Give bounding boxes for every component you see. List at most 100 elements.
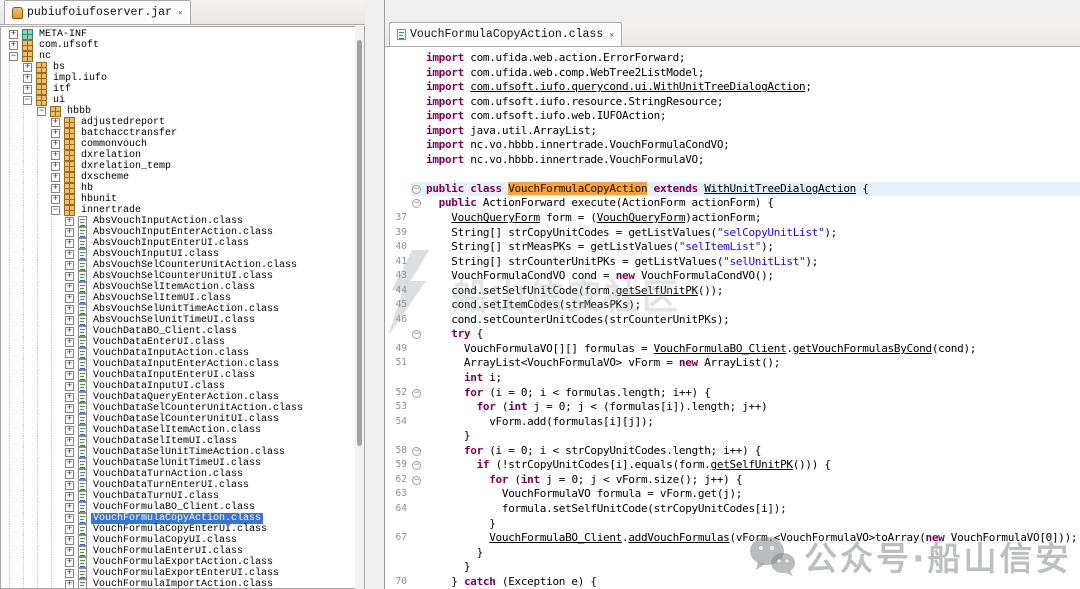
- tree-item[interactable]: +VouchFormulaCopyEnterUI.class: [1, 524, 364, 535]
- expand-toggle-icon[interactable]: +: [65, 459, 74, 468]
- expand-toggle-icon[interactable]: +: [65, 316, 74, 325]
- symbol-link[interactable]: VouchFormulaBO_Client: [654, 342, 787, 355]
- expand-toggle-icon[interactable]: +: [51, 140, 60, 149]
- tree-item[interactable]: +VouchDataSelItemUI.class: [1, 436, 364, 447]
- expand-toggle-icon[interactable]: +: [65, 393, 74, 402]
- symbol-link[interactable]: WithUnitTreeDialogAction: [704, 182, 856, 195]
- fold-collapse-icon[interactable]: −: [412, 199, 421, 208]
- expand-toggle-icon[interactable]: +: [23, 63, 32, 72]
- expand-toggle-icon[interactable]: +: [65, 261, 74, 270]
- tree-item[interactable]: +VouchFormulaCopyAction.class: [1, 513, 364, 524]
- tree-item[interactable]: +commonvouch: [1, 139, 364, 150]
- expand-toggle-icon[interactable]: +: [65, 327, 74, 336]
- expand-toggle-icon[interactable]: +: [65, 525, 74, 534]
- expand-toggle-icon[interactable]: +: [65, 448, 74, 457]
- fold-collapse-icon[interactable]: −: [412, 447, 421, 456]
- expand-toggle-icon[interactable]: +: [65, 228, 74, 237]
- expand-toggle-icon[interactable]: +: [65, 239, 74, 248]
- tree-item[interactable]: +VouchDataQueryEnterAction.class: [1, 392, 364, 403]
- tree-item[interactable]: +VouchFormulaExportAction.class: [1, 557, 364, 568]
- symbol-link[interactable]: addVouchFormulas: [628, 531, 729, 544]
- expand-toggle-icon[interactable]: +: [65, 470, 74, 479]
- expand-toggle-icon[interactable]: +: [65, 371, 74, 380]
- tree-item[interactable]: +AbsVouchSelItemUI.class: [1, 293, 364, 304]
- expand-toggle-icon[interactable]: +: [65, 283, 74, 292]
- collapse-toggle-icon[interactable]: −: [51, 206, 60, 215]
- class-tab[interactable]: VouchFormulaCopyAction.class ✕: [389, 22, 622, 46]
- tree-item[interactable]: −hbbb: [1, 106, 364, 117]
- tree-item[interactable]: +AbsVouchSelUnitTimeAction.class: [1, 304, 364, 315]
- tree-item[interactable]: +dxrelation: [1, 150, 364, 161]
- tree-item[interactable]: +VouchDataInputUI.class: [1, 381, 364, 392]
- tree-item[interactable]: +AbsVouchInputAction.class: [1, 216, 364, 227]
- tree-item[interactable]: +VouchFormulaImportAction.class: [1, 579, 364, 589]
- tree-item[interactable]: +dxrelation_temp: [1, 161, 364, 172]
- tree-item[interactable]: +AbsVouchSelItemAction.class: [1, 282, 364, 293]
- tree-item[interactable]: +AbsVouchSelCounterUnitUI.class: [1, 271, 364, 282]
- expand-toggle-icon[interactable]: +: [65, 503, 74, 512]
- tree-item[interactable]: +impl.iufo: [1, 73, 364, 84]
- tree-item[interactable]: +AbsVouchInputEnterUI.class: [1, 238, 364, 249]
- expand-toggle-icon[interactable]: +: [65, 272, 74, 281]
- fold-collapse-icon[interactable]: −: [412, 476, 421, 485]
- expand-toggle-icon[interactable]: +: [65, 305, 74, 314]
- symbol-link[interactable]: getSelfUnitPK: [711, 458, 793, 471]
- tree-item[interactable]: +VouchFormulaCopyUI.class: [1, 535, 364, 546]
- tree-item[interactable]: +VouchDataSelUnitTimeAction.class: [1, 447, 364, 458]
- tree-scrollbar[interactable]: [355, 26, 364, 589]
- expand-toggle-icon[interactable]: +: [65, 338, 74, 347]
- expand-toggle-icon[interactable]: +: [65, 360, 74, 369]
- expand-toggle-icon[interactable]: +: [65, 536, 74, 545]
- expand-toggle-icon[interactable]: +: [65, 580, 74, 589]
- collapse-toggle-icon[interactable]: −: [9, 52, 18, 61]
- expand-toggle-icon[interactable]: +: [65, 250, 74, 259]
- tree-item[interactable]: +bs: [1, 62, 364, 73]
- code-editor[interactable]: import com.ufida.web.action.ErrorForward…: [385, 47, 1080, 589]
- tree-item[interactable]: +VouchDataSelCounterUnitUI.class: [1, 414, 364, 425]
- expand-toggle-icon[interactable]: +: [51, 195, 60, 204]
- tree-item[interactable]: +VouchDataSelUnitTimeUI.class: [1, 458, 364, 469]
- expand-toggle-icon[interactable]: +: [65, 415, 74, 424]
- symbol-link[interactable]: VouchFormulaBO_Client: [489, 531, 622, 544]
- tree-item[interactable]: +VouchDataTurnUI.class: [1, 491, 364, 502]
- tree-item[interactable]: +VouchFormulaEnterUI.class: [1, 546, 364, 557]
- expand-toggle-icon[interactable]: +: [65, 294, 74, 303]
- tree-item[interactable]: +adjustedreport: [1, 117, 364, 128]
- tree-item[interactable]: +VouchDataSelCounterUnitAction.class: [1, 403, 364, 414]
- expand-toggle-icon[interactable]: +: [51, 173, 60, 182]
- expand-toggle-icon[interactable]: +: [65, 349, 74, 358]
- tree-item[interactable]: +com.ufsoft: [1, 40, 364, 51]
- expand-toggle-icon[interactable]: +: [65, 514, 74, 523]
- fold-collapse-icon[interactable]: −: [412, 389, 421, 398]
- symbol-link[interactable]: getVouchFormulasByCond: [793, 342, 932, 355]
- tree-item[interactable]: −nc: [1, 51, 364, 62]
- expand-toggle-icon[interactable]: +: [65, 492, 74, 501]
- expand-toggle-icon[interactable]: +: [65, 426, 74, 435]
- expand-toggle-icon[interactable]: +: [51, 184, 60, 193]
- symbol-link[interactable]: com.ufsoft.iufo.querycond.ui.WithUnitTre…: [470, 80, 805, 93]
- tree-item[interactable]: +VouchDataTurnEnterUI.class: [1, 480, 364, 491]
- tree-item[interactable]: +META-INF: [1, 29, 364, 40]
- expand-toggle-icon[interactable]: +: [65, 569, 74, 578]
- expand-toggle-icon[interactable]: +: [9, 41, 18, 50]
- tree-item[interactable]: +itf: [1, 84, 364, 95]
- tree-item[interactable]: +VouchDataBO_Client.class: [1, 326, 364, 337]
- expand-toggle-icon[interactable]: +: [51, 151, 60, 160]
- tree-scrollbar-thumb[interactable]: [357, 40, 362, 446]
- tree-item[interactable]: +AbsVouchSelCounterUnitAction.class: [1, 260, 364, 271]
- tree-item[interactable]: +VouchDataSelItemAction.class: [1, 425, 364, 436]
- expand-toggle-icon[interactable]: +: [65, 481, 74, 490]
- fold-collapse-icon[interactable]: −: [412, 185, 421, 194]
- expand-toggle-icon[interactable]: +: [51, 129, 60, 138]
- expand-toggle-icon[interactable]: +: [51, 162, 60, 171]
- tree-item[interactable]: −ui: [1, 95, 364, 106]
- symbol-link[interactable]: getSelfUnitPK: [616, 284, 698, 297]
- tree-item[interactable]: +dxscheme: [1, 172, 364, 183]
- tree-item[interactable]: +hb: [1, 183, 364, 194]
- expand-toggle-icon[interactable]: +: [65, 558, 74, 567]
- close-icon[interactable]: ✕: [178, 8, 183, 18]
- tree-item[interactable]: +VouchDataTurnAction.class: [1, 469, 364, 480]
- tree-item[interactable]: +VouchDataInputEnterUI.class: [1, 370, 364, 381]
- expand-toggle-icon[interactable]: +: [65, 404, 74, 413]
- tree-item[interactable]: +VouchFormulaExportEnterUI.class: [1, 568, 364, 579]
